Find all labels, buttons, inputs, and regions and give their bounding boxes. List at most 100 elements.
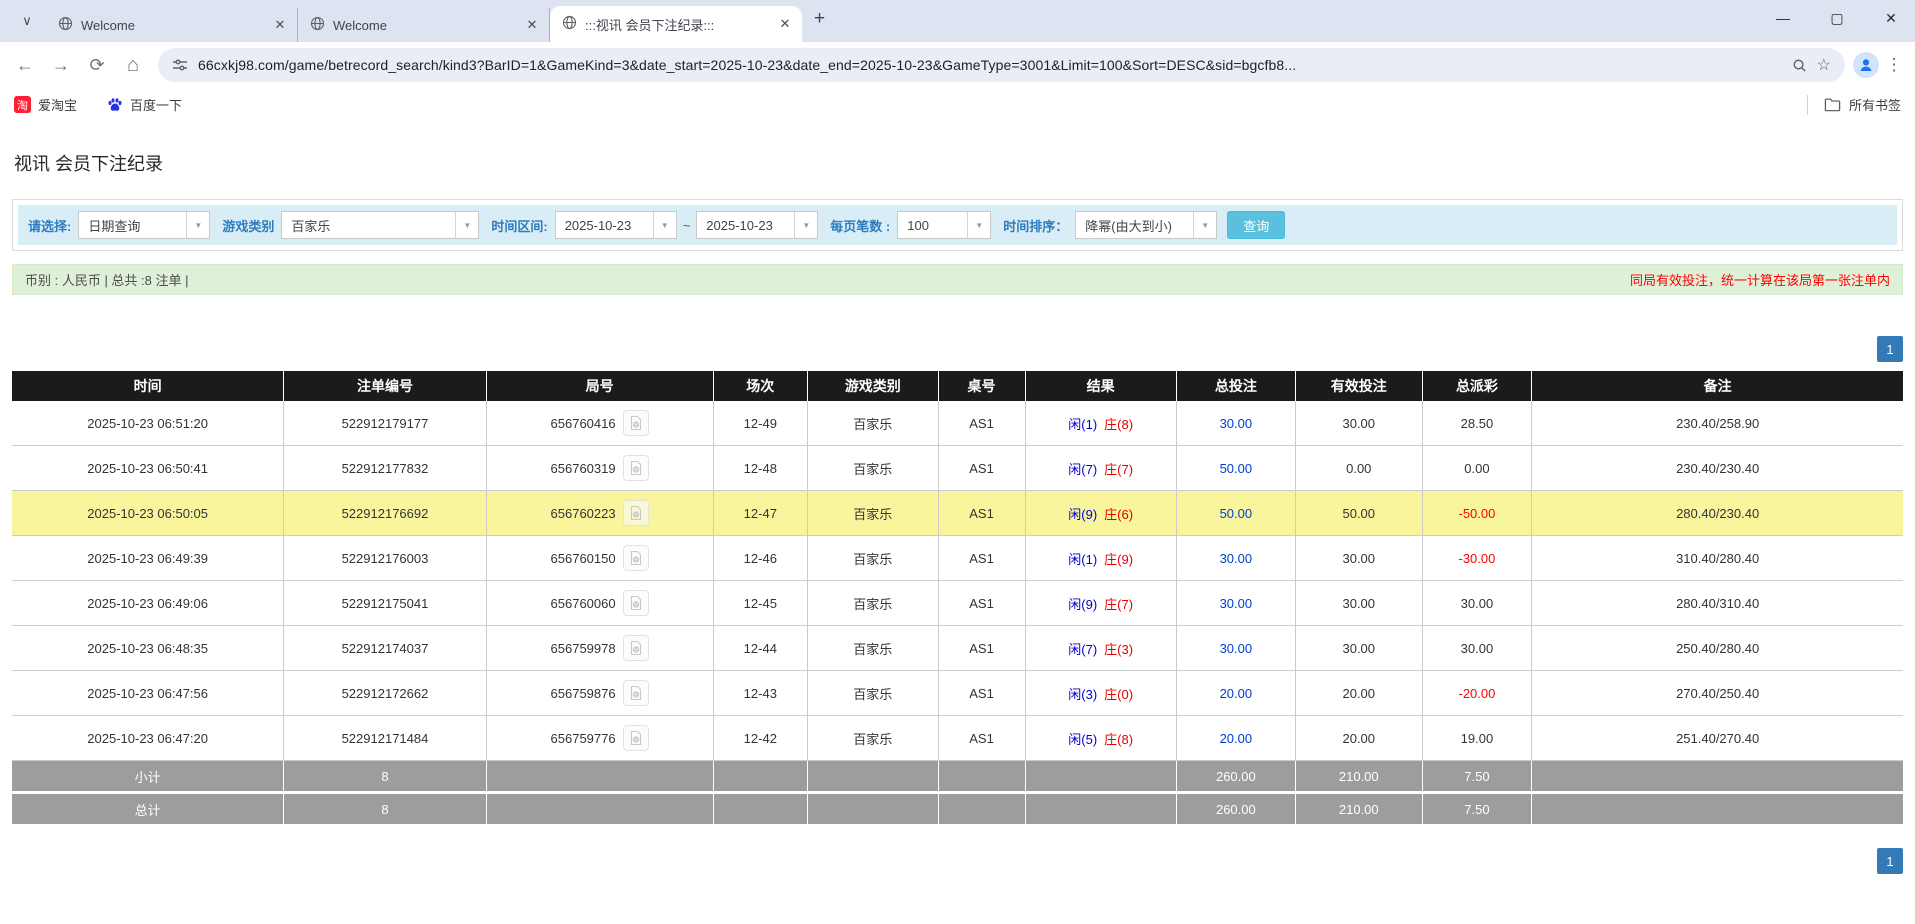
bet-record-table: 时间 注单编号 局号 场次 游戏类别 桌号 结果 总投注 有效投注 总派彩 备注…	[12, 371, 1903, 827]
total-row: 总计 8 260.00 210.00 7.50	[12, 794, 1903, 827]
result-player: 闲(1)	[1068, 416, 1098, 432]
video-replay-icon[interactable]	[622, 455, 649, 481]
col-header-game-no: 局号	[487, 371, 714, 401]
total-total-bet: 260.00	[1177, 794, 1296, 824]
profile-avatar[interactable]	[1853, 52, 1879, 78]
total-payout: 7.50	[1423, 794, 1533, 824]
cell-game-type: 百家乐	[808, 401, 939, 445]
cell-result: 闲(7) 庄(7)	[1026, 446, 1177, 490]
bookmark-label: 百度一下	[130, 98, 183, 113]
video-replay-icon[interactable]	[622, 680, 649, 706]
query-type-select[interactable]: 日期查询 ▼	[78, 211, 211, 239]
video-replay-icon[interactable]	[622, 725, 649, 751]
cell-time: 2025-10-23 06:47:56	[12, 671, 285, 715]
cell-total-bet[interactable]: 30.00	[1177, 626, 1296, 670]
search-button[interactable]: 查询	[1227, 211, 1286, 239]
date-start-select[interactable]: 2025-10-23 ▼	[554, 211, 677, 239]
cell-valid-bet: 30.00	[1296, 536, 1423, 580]
cell-table-no: AS1	[939, 671, 1026, 715]
tab-title: Welcome	[333, 17, 387, 33]
cell-total-bet[interactable]: 30.00	[1177, 581, 1296, 625]
cell-time: 2025-10-23 06:50:41	[12, 446, 285, 490]
date-range-label: 时间区间:	[491, 218, 548, 234]
browser-menu-icon[interactable]: ⋮	[1881, 55, 1907, 75]
col-header-valid-bet: 有效投注	[1296, 371, 1423, 401]
tab-close-icon[interactable]: ✕	[523, 16, 541, 34]
bookmark-star-icon[interactable]: ☆	[1817, 55, 1831, 75]
window-controls: — ▢ ✕	[1775, 10, 1899, 27]
cell-round: 12-43	[714, 671, 809, 715]
cell-bet-id: 522912176003	[284, 536, 487, 580]
sort-select[interactable]: 降幂(由大到小) ▼	[1075, 211, 1218, 239]
back-icon[interactable]: ←	[8, 48, 42, 82]
cell-total-bet[interactable]: 30.00	[1177, 536, 1296, 580]
cell-bet-id: 522912174037	[284, 626, 487, 670]
close-button[interactable]: ✕	[1883, 10, 1899, 27]
tab-welcome-1[interactable]: Welcome ✕	[46, 8, 298, 42]
page-number-button[interactable]: 1	[1877, 848, 1903, 874]
table-row: 2025-10-23 06:49:06 522912175041 656760060…	[12, 581, 1903, 626]
subtotal-valid-bet: 210.00	[1296, 761, 1423, 791]
address-bar[interactable]: 66cxkj98.com/game/betrecord_search/kind3…	[158, 48, 1845, 82]
bookmark-label: 爱淘宝	[38, 98, 78, 113]
tab-betrecord-active[interactable]: :::视讯 会员下注纪录::: ✕	[550, 6, 802, 42]
cell-remark: 280.40/310.40	[1676, 595, 1760, 611]
cell-game-type: 百家乐	[808, 671, 939, 715]
site-settings-icon[interactable]	[172, 57, 188, 73]
tab-close-icon[interactable]: ✕	[776, 15, 794, 33]
tab-close-icon[interactable]: ✕	[271, 16, 289, 34]
cell-game-no: 656760223	[487, 491, 714, 535]
table-header-row: 时间 注单编号 局号 场次 游戏类别 桌号 结果 总投注 有效投注 总派彩 备注	[12, 371, 1903, 401]
cell-total-bet[interactable]: 50.00	[1177, 491, 1296, 535]
home-icon[interactable]: ⌂	[116, 48, 150, 82]
all-bookmarks[interactable]: 所有书签	[1806, 94, 1901, 115]
col-header-table-no: 桌号	[939, 371, 1026, 401]
cell-remark: 230.40/258.90	[1676, 415, 1760, 431]
cell-total-bet[interactable]: 30.00	[1177, 401, 1296, 445]
video-replay-icon[interactable]	[622, 410, 649, 436]
sort-value: 降幂(由大到小)	[1085, 218, 1172, 234]
minimize-button[interactable]: —	[1775, 10, 1791, 27]
cell-game-no: 656759978	[487, 626, 714, 670]
cell-valid-bet: 30.00	[1296, 626, 1423, 670]
page-number-button[interactable]: 1	[1877, 336, 1903, 362]
cell-game-type: 百家乐	[808, 536, 939, 580]
page-size-select[interactable]: 100 ▼	[897, 211, 992, 239]
cell-payout: -50.00	[1423, 491, 1533, 535]
tab-search-icon[interactable]: ∨	[14, 8, 40, 34]
result-banker: 庄(6)	[1104, 506, 1134, 522]
cell-total-bet[interactable]: 20.00	[1177, 716, 1296, 760]
table-row: 2025-10-23 06:48:35 522912174037 656759978…	[12, 626, 1903, 671]
cell-time: 2025-10-23 06:51:20	[12, 401, 285, 445]
cell-game-type: 百家乐	[808, 446, 939, 490]
date-end-select[interactable]: 2025-10-23 ▼	[696, 211, 819, 239]
cell-total-bet[interactable]: 20.00	[1177, 671, 1296, 715]
cell-game-type: 百家乐	[808, 581, 939, 625]
bookmark-baidu[interactable]: 百度一下	[107, 95, 182, 114]
cell-time: 2025-10-23 06:49:06	[12, 581, 285, 625]
game-type-select[interactable]: 百家乐 ▼	[281, 211, 480, 239]
cell-total-bet[interactable]: 50.00	[1177, 446, 1296, 490]
cell-payout: 0.00	[1423, 446, 1533, 490]
page-size-value: 100	[907, 217, 929, 233]
video-replay-icon[interactable]	[622, 635, 649, 661]
url-text[interactable]: 66cxkj98.com/game/betrecord_search/kind3…	[198, 57, 1782, 73]
cell-remark: 251.40/270.40	[1676, 730, 1760, 746]
forward-icon[interactable]: →	[44, 48, 78, 82]
cell-bet-id: 522912176692	[284, 491, 487, 535]
video-replay-icon[interactable]	[622, 590, 649, 616]
maximize-button[interactable]: ▢	[1829, 10, 1845, 27]
game-no-text: 656759876	[550, 685, 616, 701]
new-tab-button[interactable]: +	[814, 8, 825, 30]
reload-icon[interactable]: ⟳	[80, 48, 114, 82]
bookmark-aitaobao[interactable]: 淘 爱淘宝	[14, 95, 77, 114]
video-replay-icon[interactable]	[622, 545, 649, 571]
chevron-down-icon: ▼	[1193, 212, 1216, 238]
tab-welcome-2[interactable]: Welcome ✕	[298, 8, 550, 42]
cell-game-no: 656760060	[487, 581, 714, 625]
video-replay-icon[interactable]	[622, 500, 649, 526]
zoom-icon[interactable]	[1792, 58, 1807, 73]
cell-game-no: 656759776	[487, 716, 714, 760]
cell-remark: 250.40/280.40	[1676, 640, 1760, 656]
query-type-value: 日期查询	[88, 218, 141, 234]
